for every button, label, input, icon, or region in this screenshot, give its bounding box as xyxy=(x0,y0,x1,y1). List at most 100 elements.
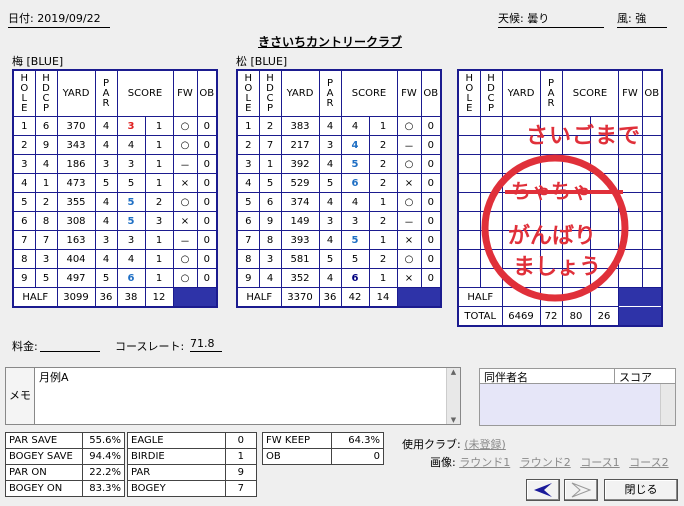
hole-row[interactable]: 4 1 473 5 5 1 × 0 xyxy=(12,173,218,193)
fw-cell[interactable]: ○ xyxy=(172,249,198,269)
hole-row[interactable]: 8 3 581 5 5 2 ○ 0 xyxy=(236,249,442,269)
hole-row[interactable]: 6 9 149 3 3 2 － 0 xyxy=(236,211,442,231)
hole-row[interactable]: 8 3 404 4 4 1 ○ 0 xyxy=(12,249,218,269)
score-cell[interactable]: 6 xyxy=(340,268,370,288)
companion-list[interactable]: 同伴者名 スコア xyxy=(479,368,676,426)
empty-cell[interactable] xyxy=(457,249,481,269)
fw-cell[interactable]: ○ xyxy=(396,249,422,269)
ob-cell[interactable]: 0 xyxy=(420,249,442,269)
hole-row[interactable]: 9 5 497 5 6 1 ○ 0 xyxy=(12,268,218,288)
putt-cell[interactable]: 1 xyxy=(368,192,398,212)
score-cell[interactable]: 3 xyxy=(340,211,370,231)
memo-scrollbar[interactable]: ▲ ▼ xyxy=(446,368,460,424)
hole-row[interactable]: 9 4 352 4 6 1 × 0 xyxy=(236,268,442,288)
empty-cell[interactable] xyxy=(457,173,481,193)
ob-cell[interactable]: 0 xyxy=(420,154,442,174)
ob-cell[interactable]: 0 xyxy=(196,249,218,269)
putt-cell[interactable]: 1 xyxy=(144,135,174,155)
hole-row[interactable]: 5 2 355 4 5 2 ○ 0 xyxy=(12,192,218,212)
next-button[interactable] xyxy=(564,479,598,501)
hole-row[interactable]: 3 4 186 3 3 1 － 0 xyxy=(12,154,218,174)
score-cell[interactable]: 4 xyxy=(340,116,370,136)
ob-cell[interactable]: 0 xyxy=(420,116,442,136)
fw-cell[interactable]: × xyxy=(172,173,198,193)
hole-row[interactable]: 1 2 383 4 4 1 ○ 0 xyxy=(236,116,442,136)
putt-cell[interactable]: 1 xyxy=(144,268,174,288)
image-link-course2[interactable]: コース2 xyxy=(629,456,668,469)
score-cell[interactable]: 3 xyxy=(116,116,146,136)
putt-cell[interactable]: 1 xyxy=(144,116,174,136)
ob-cell[interactable]: 0 xyxy=(196,230,218,250)
fw-cell[interactable]: － xyxy=(396,211,422,231)
putt-cell[interactable]: 3 xyxy=(144,211,174,231)
ob-cell[interactable]: 0 xyxy=(196,192,218,212)
putt-cell[interactable]: 2 xyxy=(368,211,398,231)
score-cell[interactable]: 6 xyxy=(116,268,146,288)
score-cell[interactable]: 5 xyxy=(116,192,146,212)
ob-cell[interactable]: 0 xyxy=(420,192,442,212)
putt-cell[interactable]: 1 xyxy=(144,249,174,269)
fw-cell[interactable]: ○ xyxy=(172,268,198,288)
hole-row[interactable]: 1 6 370 4 3 1 ○ 0 xyxy=(12,116,218,136)
score-cell[interactable]: 5 xyxy=(340,154,370,174)
companion-scrollbar[interactable] xyxy=(660,384,675,425)
fw-cell[interactable]: × xyxy=(396,268,422,288)
fw-cell[interactable]: － xyxy=(396,135,422,155)
score-cell[interactable]: 4 xyxy=(340,192,370,212)
fw-cell[interactable]: × xyxy=(396,173,422,193)
fw-cell[interactable]: － xyxy=(172,154,198,174)
putt-cell[interactable]: 2 xyxy=(368,249,398,269)
ob-cell[interactable]: 0 xyxy=(420,211,442,231)
image-link-round1[interactable]: ラウンド1 xyxy=(459,456,510,469)
ob-cell[interactable]: 0 xyxy=(420,135,442,155)
scroll-down-icon[interactable]: ▼ xyxy=(447,416,460,424)
putt-cell[interactable]: 1 xyxy=(368,230,398,250)
close-button[interactable]: 閉じる xyxy=(604,479,678,501)
ob-cell[interactable]: 0 xyxy=(196,135,218,155)
putt-cell[interactable]: 2 xyxy=(144,192,174,212)
empty-cell[interactable] xyxy=(457,211,481,231)
hole-row[interactable]: 7 7 163 3 3 1 － 0 xyxy=(12,230,218,250)
club-link[interactable]: (未登録) xyxy=(464,438,506,451)
fw-cell[interactable]: ○ xyxy=(396,116,422,136)
empty-cell[interactable] xyxy=(457,116,481,136)
empty-cell[interactable] xyxy=(457,268,481,288)
hole-row[interactable]: 4 5 529 5 6 2 × 0 xyxy=(236,173,442,193)
fw-cell[interactable]: ○ xyxy=(172,116,198,136)
memo-text[interactable]: 月例A xyxy=(39,369,69,385)
scroll-up-icon[interactable]: ▲ xyxy=(447,368,460,376)
fw-cell[interactable]: ○ xyxy=(396,154,422,174)
putt-cell[interactable]: 2 xyxy=(368,135,398,155)
score-cell[interactable]: 4 xyxy=(340,135,370,155)
image-link-course1[interactable]: コース1 xyxy=(580,456,619,469)
ob-cell[interactable]: 0 xyxy=(196,211,218,231)
ob-cell[interactable]: 0 xyxy=(420,230,442,250)
putt-cell[interactable]: 1 xyxy=(144,230,174,250)
hole-row[interactable]: 7 8 393 4 5 1 × 0 xyxy=(236,230,442,250)
score-cell[interactable]: 6 xyxy=(340,173,370,193)
ob-cell[interactable]: 0 xyxy=(196,116,218,136)
score-cell[interactable]: 5 xyxy=(116,211,146,231)
putt-cell[interactable]: 2 xyxy=(368,173,398,193)
fw-cell[interactable]: ○ xyxy=(172,192,198,212)
prev-button[interactable] xyxy=(526,479,560,501)
score-cell[interactable]: 5 xyxy=(340,249,370,269)
fw-cell[interactable]: ○ xyxy=(172,135,198,155)
ob-cell[interactable]: 0 xyxy=(196,268,218,288)
ob-cell[interactable]: 0 xyxy=(196,154,218,174)
image-link-round2[interactable]: ラウンド2 xyxy=(520,456,571,469)
hole-row[interactable]: 2 9 343 4 4 1 ○ 0 xyxy=(12,135,218,155)
ob-cell[interactable]: 0 xyxy=(196,173,218,193)
putt-cell[interactable]: 2 xyxy=(368,154,398,174)
score-cell[interactable]: 4 xyxy=(116,249,146,269)
empty-cell[interactable] xyxy=(457,154,481,174)
putt-cell[interactable]: 1 xyxy=(368,268,398,288)
hole-row[interactable]: 5 6 374 4 4 1 ○ 0 xyxy=(236,192,442,212)
score-cell[interactable]: 5 xyxy=(340,230,370,250)
fw-cell[interactable]: × xyxy=(172,211,198,231)
score-cell[interactable]: 3 xyxy=(116,154,146,174)
putt-cell[interactable]: 1 xyxy=(144,154,174,174)
hole-row[interactable]: 3 1 392 4 5 2 ○ 0 xyxy=(236,154,442,174)
score-cell[interactable]: 5 xyxy=(116,173,146,193)
putt-cell[interactable]: 1 xyxy=(144,173,174,193)
